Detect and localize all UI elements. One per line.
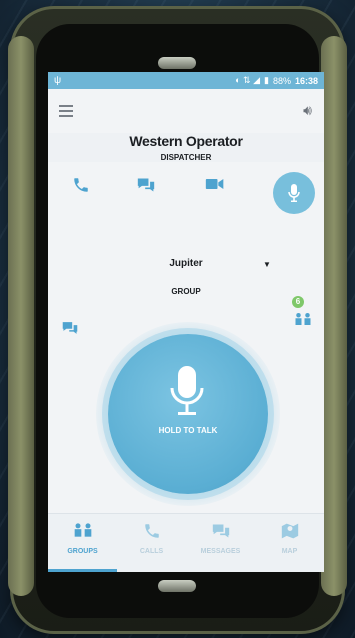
right-bumper — [321, 36, 347, 596]
ptt-mode-button[interactable] — [273, 172, 315, 214]
phone-icon[interactable] — [72, 176, 90, 199]
nav-messages-label: MESSAGES — [200, 548, 241, 555]
nav-map[interactable]: MAP — [255, 514, 324, 572]
clock: 16:38 — [294, 75, 318, 86]
map-icon — [255, 522, 324, 544]
group-members-icon[interactable] — [294, 312, 312, 329]
phone-icon — [117, 522, 186, 544]
volume-icon[interactable]: 🔊︎ — [303, 102, 312, 119]
nav-groups[interactable]: GROUPS — [48, 514, 117, 572]
app-bar: 🔊︎ — [48, 89, 324, 133]
groups-icon — [48, 522, 117, 544]
bottom-nav: GROUPS CALLS MESSAGES MAP — [48, 513, 324, 572]
nav-map-label: MAP — [281, 548, 298, 555]
hamburger-menu-icon[interactable] — [59, 105, 73, 120]
chat-icon[interactable] — [61, 320, 79, 339]
contact-header: Western Operator DISPATCHER — [48, 133, 324, 162]
chevron-down-icon[interactable]: ▼ — [263, 260, 271, 269]
contact-role: DISPATCHER — [160, 153, 212, 162]
nav-calls-label: CALLS — [139, 548, 164, 555]
contact-name: Western Operator — [129, 133, 243, 149]
group-selector[interactable]: Jupiter ▼ GROUP — [48, 258, 324, 296]
usb-icon: ψ — [54, 75, 62, 86]
left-bumper — [8, 36, 34, 596]
video-camera-icon[interactable] — [205, 176, 225, 197]
battery-level: 88% — [272, 75, 291, 86]
group-type: GROUP — [171, 287, 201, 296]
chat-icon — [186, 522, 255, 544]
action-row — [48, 162, 324, 232]
nav-calls[interactable]: CALLS — [117, 514, 186, 572]
group-name: Jupiter — [169, 258, 203, 269]
microphone-icon — [288, 184, 300, 202]
battery-icon: ▮ — [264, 75, 269, 85]
home-button[interactable] — [158, 580, 196, 592]
unread-badge: 6 — [292, 296, 304, 308]
earpiece-speaker — [158, 57, 196, 69]
microphone-icon — [170, 366, 204, 415]
nav-groups-label: GROUPS — [67, 548, 98, 555]
signal-icon: ◐ ⇅ ◢ — [235, 75, 260, 85]
app-screen: ψ ◐ ⇅ ◢ ▮ 88% 16:38 🔊︎ Western Operator … — [48, 72, 324, 572]
status-bar: ψ ◐ ⇅ ◢ ▮ 88% 16:38 — [48, 72, 324, 89]
ptt-label: HOLD TO TALK — [158, 426, 218, 435]
hold-to-talk-button[interactable]: HOLD TO TALK — [108, 334, 268, 494]
chat-icon[interactable] — [136, 176, 156, 199]
nav-messages[interactable]: MESSAGES — [186, 514, 255, 572]
